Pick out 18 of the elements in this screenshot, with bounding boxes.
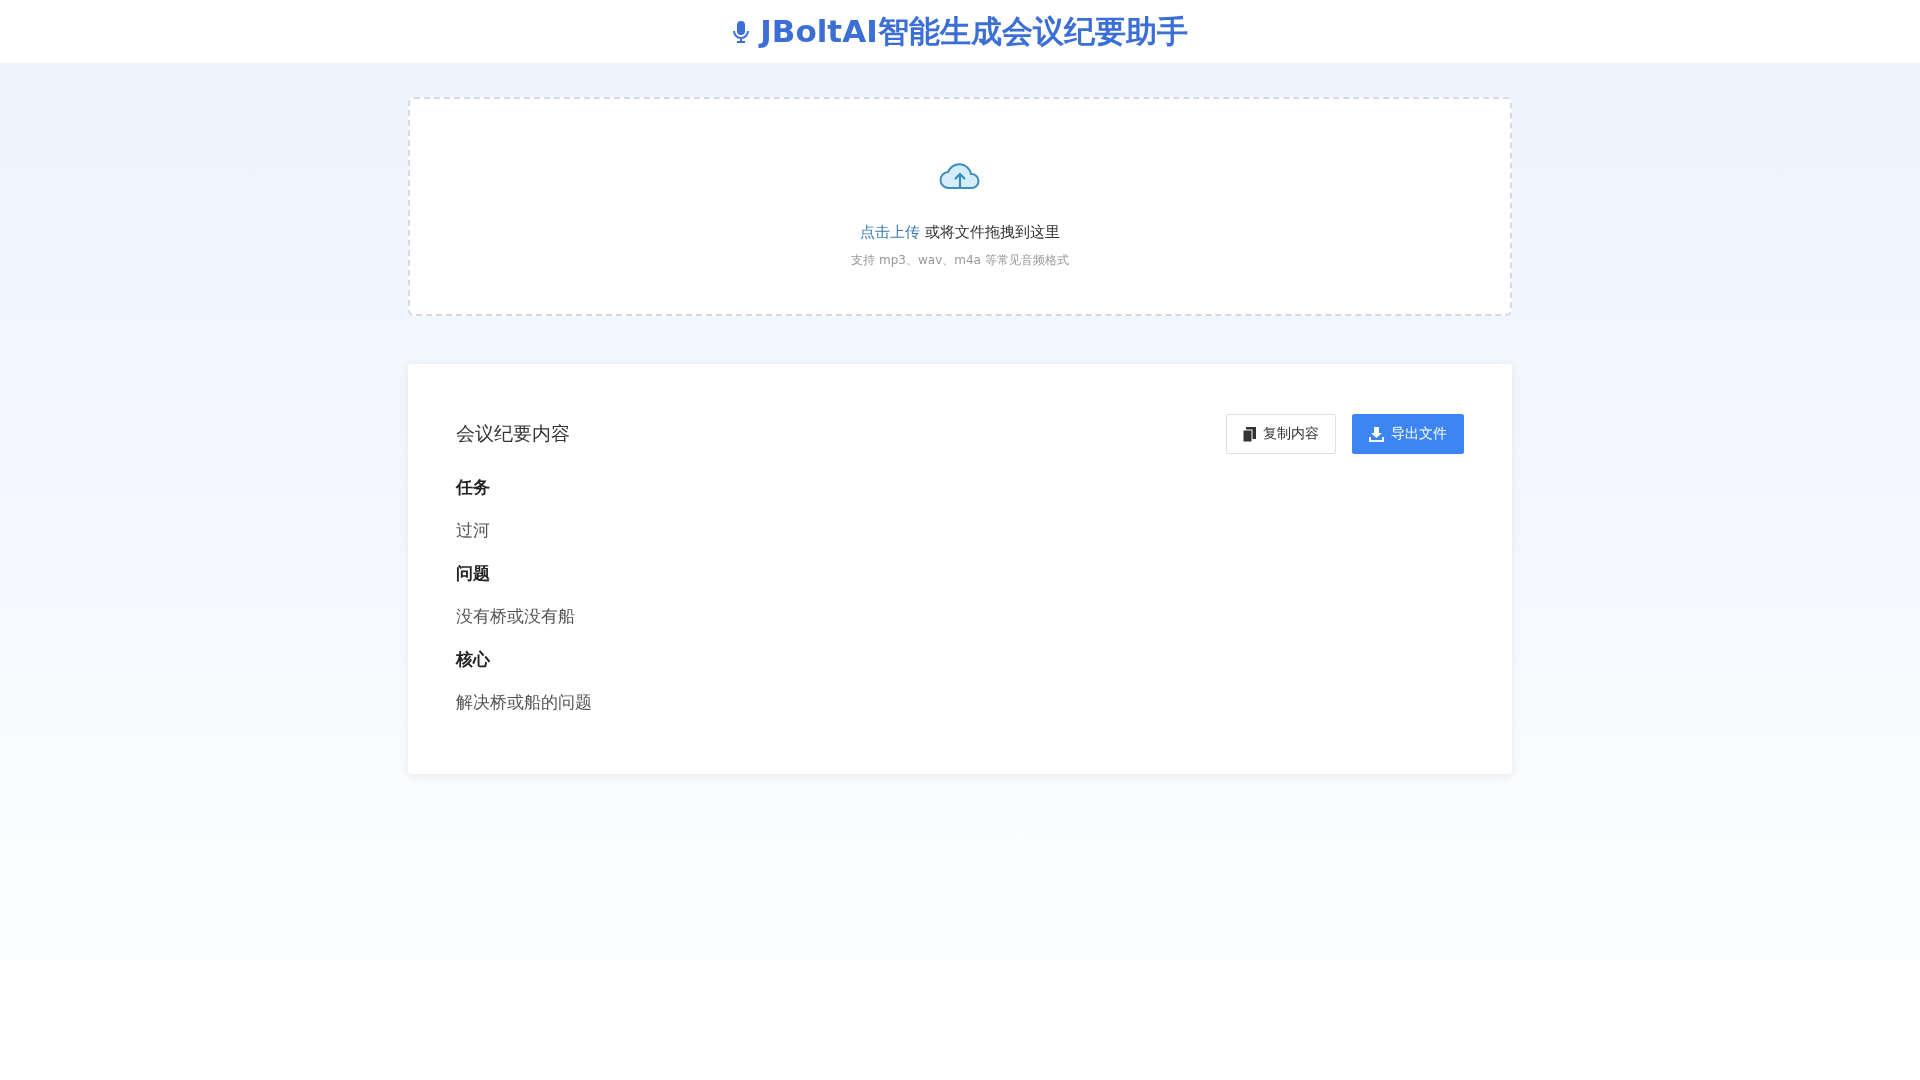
section-text: 过河 xyxy=(456,519,491,542)
section-text: 没有桥或没有船 xyxy=(456,605,576,628)
format-hint: 支持 mp3、wav、m4a 等常见音频格式 xyxy=(851,252,1069,269)
export-button[interactable]: 导出文件 xyxy=(1352,414,1464,454)
cloud-upload-icon xyxy=(939,161,981,191)
click-upload-link[interactable]: 点击上传 xyxy=(860,223,920,242)
copy-button[interactable]: 复制内容 xyxy=(1226,414,1336,454)
microphone-icon xyxy=(732,19,751,44)
section-heading: 问题 xyxy=(456,562,491,585)
download-icon xyxy=(1369,426,1384,442)
app-title: JBoltAI智能生成会议纪要助手 xyxy=(732,10,1188,53)
drag-hint: 或将文件拖拽到这里 xyxy=(925,223,1060,242)
section-heading: 核心 xyxy=(456,648,491,671)
copy-icon xyxy=(1243,426,1256,442)
section-text: 解决桥或船的问题 xyxy=(456,691,593,714)
minutes-title: 会议纪要内容 xyxy=(456,421,570,446)
upload-dropzone[interactable]: 点击上传 或将文件拖拽到这里 支持 mp3、wav、m4a 等常见音频格式 xyxy=(408,97,1512,316)
section-heading: 任务 xyxy=(456,476,491,499)
